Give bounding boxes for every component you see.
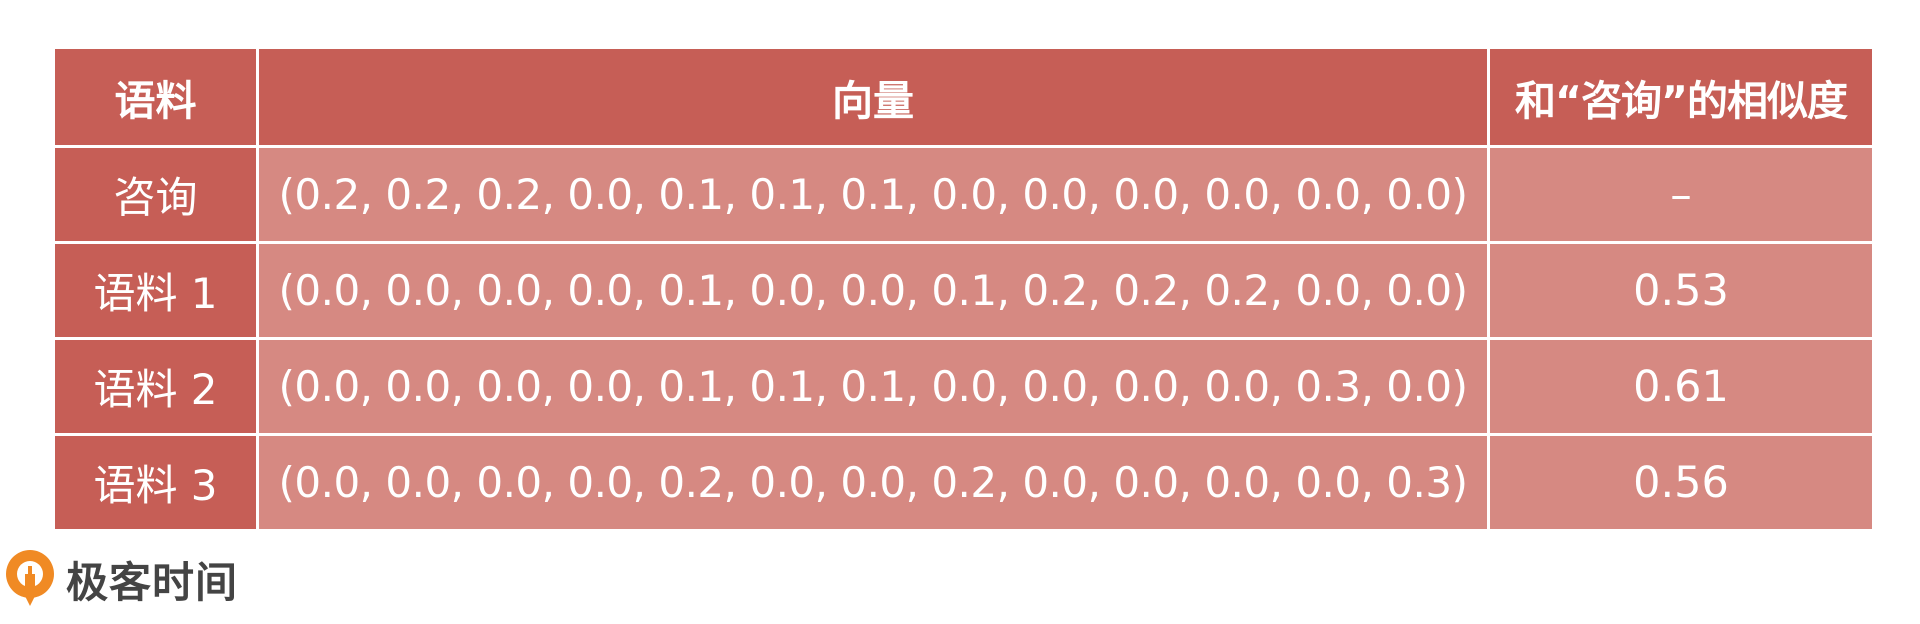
row-name: 语料 3: [52, 433, 259, 532]
header-similarity: 和“咨询”的相似度: [1487, 46, 1875, 148]
table-row: 咨询 (0.2, 0.2, 0.2, 0.0, 0.1, 0.1, 0.1, 0…: [52, 145, 1875, 244]
row-name: 语料 1: [52, 241, 259, 340]
row-similarity: 0.61: [1487, 337, 1875, 436]
header-corpus: 语料: [52, 46, 259, 148]
row-similarity: –: [1487, 145, 1875, 244]
row-vector: (0.0, 0.0, 0.0, 0.0, 0.2, 0.0, 0.0, 0.2,…: [256, 433, 1490, 532]
row-name: 语料 2: [52, 337, 259, 436]
table-header-row: 语料 向量 和“咨询”的相似度: [52, 46, 1875, 148]
row-vector: (0.0, 0.0, 0.0, 0.0, 0.1, 0.1, 0.1, 0.0,…: [256, 337, 1490, 436]
row-similarity: 0.53: [1487, 241, 1875, 340]
table-row: 语料 1 (0.0, 0.0, 0.0, 0.0, 0.1, 0.0, 0.0,…: [52, 241, 1875, 340]
row-vector: (0.2, 0.2, 0.2, 0.0, 0.1, 0.1, 0.1, 0.0,…: [256, 145, 1490, 244]
vector-table-container: 语料 向量 和“咨询”的相似度 咨询 (0.2, 0.2, 0.2, 0.0, …: [52, 46, 1875, 532]
brand-watermark: 极客时间: [4, 548, 238, 610]
row-name: 咨询: [52, 145, 259, 244]
vector-similarity-table: 语料 向量 和“咨询”的相似度 咨询 (0.2, 0.2, 0.2, 0.0, …: [52, 46, 1875, 532]
row-similarity: 0.56: [1487, 433, 1875, 532]
geektime-logo-icon: [6, 550, 54, 606]
header-vector: 向量: [256, 46, 1490, 148]
table-row: 语料 2 (0.0, 0.0, 0.0, 0.0, 0.1, 0.1, 0.1,…: [52, 337, 1875, 436]
row-vector: (0.0, 0.0, 0.0, 0.0, 0.1, 0.0, 0.0, 0.1,…: [256, 241, 1490, 340]
table-row: 语料 3 (0.0, 0.0, 0.0, 0.0, 0.2, 0.0, 0.0,…: [52, 433, 1875, 532]
brand-name: 极客时间: [66, 557, 239, 607]
